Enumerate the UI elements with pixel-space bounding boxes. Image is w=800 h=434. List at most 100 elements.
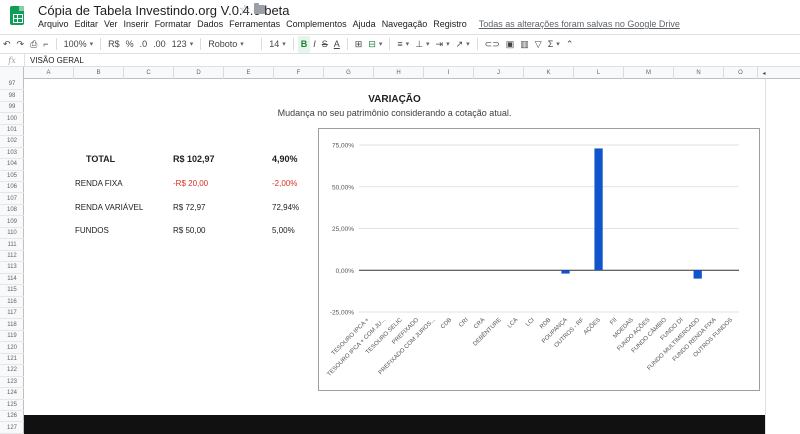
column-header-O[interactable]: O xyxy=(724,67,758,79)
row-header-101[interactable]: 101 xyxy=(0,125,24,137)
sheets-logo-icon[interactable] xyxy=(10,6,24,25)
merge-cells-icon[interactable]: ⊟ xyxy=(365,36,385,53)
column-header-K[interactable]: K xyxy=(524,67,574,79)
row-header-108[interactable]: 108 xyxy=(0,205,24,217)
row-header-104[interactable]: 104 xyxy=(0,159,24,171)
summary-label: RENDA VARIÁVEL xyxy=(75,203,144,212)
row-header-121[interactable]: 121 xyxy=(0,354,24,366)
row-header-122[interactable]: 122 xyxy=(0,365,24,377)
text-color-button[interactable]: A xyxy=(331,36,343,53)
row-header-126[interactable]: 126 xyxy=(0,411,24,423)
column-header-L[interactable]: L xyxy=(574,67,624,79)
menu-item-5[interactable]: Dados xyxy=(197,19,223,33)
column-header-D[interactable]: D xyxy=(174,67,224,79)
paint-format-icon[interactable]: ⌐ xyxy=(40,36,51,53)
currency-format-button[interactable]: R$ xyxy=(105,36,123,53)
zoom-select[interactable]: 100% xyxy=(61,36,97,53)
star-icon[interactable]: ☆ xyxy=(239,2,251,18)
filter-icon[interactable]: ▽ xyxy=(532,36,545,53)
functions-icon[interactable]: Σ xyxy=(545,36,563,53)
percent-format-button[interactable]: % xyxy=(123,36,137,53)
formula-input[interactable]: VISÃO GERAL xyxy=(25,56,84,65)
bold-button[interactable]: B xyxy=(297,35,311,53)
select-all-corner[interactable] xyxy=(0,67,24,79)
row-header-112[interactable]: 112 xyxy=(0,251,24,263)
menu-item-8[interactable]: Ajuda xyxy=(353,19,376,33)
strikethrough-button[interactable]: S xyxy=(319,36,331,53)
row-header-116[interactable]: 116 xyxy=(0,297,24,308)
column-header-C[interactable]: C xyxy=(124,67,174,79)
document-title[interactable]: Cópia de Tabela Investindo.org V.0.4.0 b… xyxy=(38,3,290,18)
x-tick-label: AÇÕES xyxy=(582,316,602,336)
increase-decimal-button[interactable]: .00 xyxy=(150,36,169,53)
insert-link-icon[interactable]: ⊂⊃ xyxy=(482,36,503,53)
x-tick-label: CDB xyxy=(440,317,453,330)
row-header-124[interactable]: 124 xyxy=(0,388,24,400)
row-header-103[interactable]: 103 xyxy=(0,148,24,160)
row-header-117[interactable]: 117 xyxy=(0,308,24,320)
row-header-127[interactable]: 127 xyxy=(0,423,24,434)
column-header-B[interactable]: B xyxy=(74,67,124,79)
column-header-G[interactable]: G xyxy=(324,67,374,79)
font-select[interactable]: Roboto xyxy=(205,36,257,53)
save-status-link[interactable]: Todas as alterações foram salvas no Goog… xyxy=(479,19,680,33)
row-header-119[interactable]: 119 xyxy=(0,331,24,343)
menu-item-1[interactable]: Editar xyxy=(75,19,99,33)
text-wrap-icon[interactable]: ⇥ xyxy=(433,36,453,53)
collapse-toolbar-icon[interactable]: ⌃ xyxy=(563,36,577,53)
row-header-98[interactable]: 98 xyxy=(0,90,24,102)
text-rotation-icon[interactable]: ↗ xyxy=(453,36,473,53)
horizontal-align-icon[interactable]: ≡ xyxy=(394,36,412,53)
row-header-102[interactable]: 102 xyxy=(0,136,24,148)
menu-item-6[interactable]: Ferramentas xyxy=(229,19,280,33)
row-header-115[interactable]: 115 xyxy=(0,285,24,297)
insert-comment-icon[interactable]: ▣ xyxy=(503,36,518,53)
row-header-106[interactable]: 106 xyxy=(0,182,24,194)
cell-area[interactable]: VARIAÇÃO Mudança no seu patrimônio consi… xyxy=(24,79,765,434)
decrease-decimal-button[interactable]: .0 xyxy=(137,36,151,53)
column-header-H[interactable]: H xyxy=(374,67,424,79)
column-header-I[interactable]: I xyxy=(424,67,474,79)
redo-icon[interactable]: ↷ xyxy=(14,36,28,53)
row-header-107[interactable]: 107 xyxy=(0,194,24,205)
row-header-118[interactable]: 118 xyxy=(0,319,24,331)
menu-item-2[interactable]: Ver xyxy=(104,19,118,33)
column-header-J[interactable]: J xyxy=(474,67,524,79)
row-header-109[interactable]: 109 xyxy=(0,216,24,228)
summary-percent: 4,90% xyxy=(272,154,298,164)
menu-item-9[interactable]: Navegação xyxy=(382,19,428,33)
borders-icon[interactable]: ⊞ xyxy=(352,36,366,53)
column-header-E[interactable]: E xyxy=(224,67,274,79)
scroll-right-icon[interactable]: ◂ xyxy=(760,67,768,79)
print-icon[interactable]: ⎙ xyxy=(27,36,40,53)
row-header-114[interactable]: 114 xyxy=(0,274,24,286)
column-header-F[interactable]: F xyxy=(274,67,324,79)
italic-button[interactable]: I xyxy=(310,36,319,53)
variation-chart-svg: 75,00%50,00%25,00%0,00%-25,00%TESOURO IP… xyxy=(326,143,739,378)
insert-chart-icon[interactable]: ▥ xyxy=(517,36,532,53)
row-header-120[interactable]: 120 xyxy=(0,342,24,354)
row-header-123[interactable]: 123 xyxy=(0,377,24,389)
font-size-select[interactable]: 14 xyxy=(266,36,289,53)
menu-item-0[interactable]: Arquivo xyxy=(38,19,69,33)
vertical-align-icon[interactable]: ⊥ xyxy=(412,36,432,53)
row-header-97[interactable]: 97 xyxy=(0,79,24,91)
menu-item-7[interactable]: Complementos xyxy=(286,19,347,33)
column-header-A[interactable]: A xyxy=(24,67,74,79)
row-header-113[interactable]: 113 xyxy=(0,262,24,274)
column-header-M[interactable]: M xyxy=(624,67,674,79)
row-header-111[interactable]: 111 xyxy=(0,239,24,251)
row-header-110[interactable]: 110 xyxy=(0,228,24,240)
row-header-105[interactable]: 105 xyxy=(0,171,24,183)
menu-item-4[interactable]: Formatar xyxy=(155,19,192,33)
column-header-N[interactable]: N xyxy=(674,67,724,79)
menu-item-10[interactable]: Registro xyxy=(433,19,467,33)
undo-icon[interactable]: ↶ xyxy=(0,36,14,53)
row-header-125[interactable]: 125 xyxy=(0,400,24,412)
variation-chart[interactable]: 75,00% 50,00% 25,00% 0,00% -25,00% TESOURO IP… xyxy=(318,128,760,391)
menu-item-3[interactable]: Inserir xyxy=(124,19,149,33)
folder-icon[interactable] xyxy=(254,3,265,14)
row-header-99[interactable]: 99 xyxy=(0,102,24,114)
row-header-100[interactable]: 100 xyxy=(0,113,24,125)
more-formats-select[interactable]: 123 xyxy=(169,36,197,53)
